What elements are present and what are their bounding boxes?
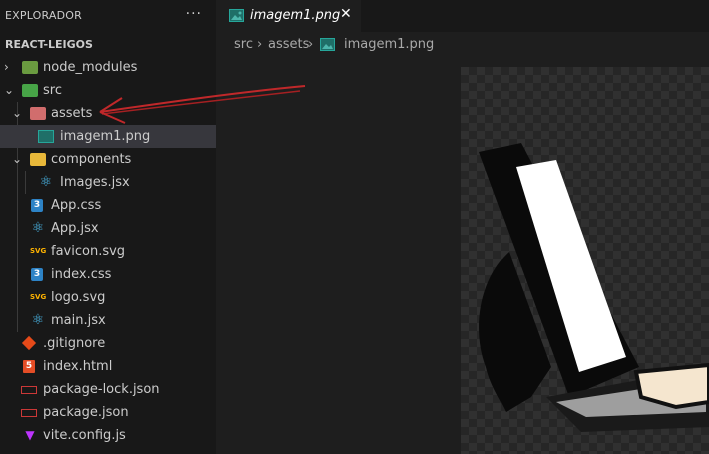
tree-item-label: index.html [43,359,113,374]
tree-item-package-json[interactable]: package.json [0,401,216,424]
tree-item-label: main.jsx [51,313,106,328]
tree-item-assets[interactable]: ⌄ assets [0,102,216,125]
image-file-icon [320,38,335,51]
tree-item-label: App.jsx [51,221,99,236]
npm-icon [21,386,37,394]
breadcrumb-item-src[interactable]: src [234,37,253,52]
breadcrumb-separator: › [257,37,263,52]
image-file-icon [229,9,244,22]
breadcrumb-item-file[interactable]: imagem1.png [344,37,434,52]
tree-item-label: components [51,152,132,167]
tree-item-label: node_modules [43,60,138,75]
tree-item-app-jsx[interactable]: ⚛ App.jsx [0,217,216,240]
tree-item-label: Images.jsx [60,175,130,190]
chevron-down-icon[interactable]: ⌄ [4,79,16,102]
tree-item-label: package.json [43,405,129,420]
more-actions-icon[interactable]: ··· [186,6,202,22]
tab-imagem1[interactable]: imagem1.png ✕ [216,0,361,32]
tree-item-src[interactable]: ⌄ src [0,79,216,102]
svg-icon: SVG [30,247,47,255]
chevron-down-icon[interactable]: ⌄ [12,102,24,125]
explorer-header: EXPLORADOR ··· [0,0,216,32]
folder-node-icon [22,61,38,74]
react-icon: ⚛ [31,312,45,328]
folder-components-icon [30,153,46,166]
tree-item-logo-svg[interactable]: SVG logo.svg [0,286,216,309]
tree-item-label: package-lock.json [43,382,160,397]
tree-item-node-modules[interactable]: › node_modules [0,56,216,79]
editor-tab-bar: imagem1.png ✕ [216,0,709,32]
breadcrumb-item-assets[interactable]: assets [268,37,309,52]
css-icon: 3 [31,268,43,281]
breadcrumb: src › assets › imagem1.png [216,32,709,56]
chevron-down-icon[interactable]: ⌄ [12,148,24,171]
explorer-sidebar: EXPLORADOR ··· REACT-LEIGOS › node_modul… [0,0,216,454]
tree-item-package-lock-json[interactable]: package-lock.json [0,378,216,401]
html-icon: 5 [23,360,35,373]
tree-item-label: .gitignore [43,336,106,351]
tree-item-vite-config[interactable]: ▼ vite.config.js [0,424,216,447]
image-preview [461,67,709,454]
image-file-icon [38,130,54,143]
npm-icon [21,409,37,417]
tree-item-label: src [43,83,62,98]
tree-item-favicon-svg[interactable]: SVG favicon.svg [0,240,216,263]
tree-item-components[interactable]: ⌄ components [0,148,216,171]
breadcrumb-separator: › [308,37,314,52]
git-icon [21,335,37,351]
tree-item-app-css[interactable]: 3 App.css [0,194,216,217]
react-icon: ⚛ [39,174,53,190]
tree-item-label: index.css [51,267,112,282]
tree-item-gitignore[interactable]: .gitignore [0,332,216,355]
chevron-right-icon[interactable]: › [4,56,16,79]
css-icon: 3 [31,199,43,212]
folder-src-icon [22,84,38,97]
preview-image-computer [479,143,709,432]
tree-item-label: logo.svg [51,290,106,305]
tree-item-imagem1[interactable]: imagem1.png [0,125,216,148]
tree-item-index-html[interactable]: 5 index.html [0,355,216,378]
close-icon[interactable]: ✕ [340,6,352,22]
project-folder-header[interactable]: REACT-LEIGOS [5,38,93,51]
tab-label: imagem1.png [250,8,341,23]
tree-item-label: favicon.svg [51,244,126,259]
tree-item-images-jsx[interactable]: ⚛ Images.jsx [0,171,216,194]
svg-icon: SVG [30,293,47,301]
explorer-title: EXPLORADOR [5,9,83,22]
tree-item-label: App.css [51,198,102,213]
folder-assets-icon [30,107,46,120]
react-icon: ⚛ [31,220,45,236]
tree-item-label: imagem1.png [60,129,151,144]
vite-icon: ▼ [25,428,35,442]
tree-item-label: vite.config.js [43,428,126,443]
tree-item-main-jsx[interactable]: ⚛ main.jsx [0,309,216,332]
tree-item-index-css[interactable]: 3 index.css [0,263,216,286]
tree-item-label: assets [51,106,93,121]
